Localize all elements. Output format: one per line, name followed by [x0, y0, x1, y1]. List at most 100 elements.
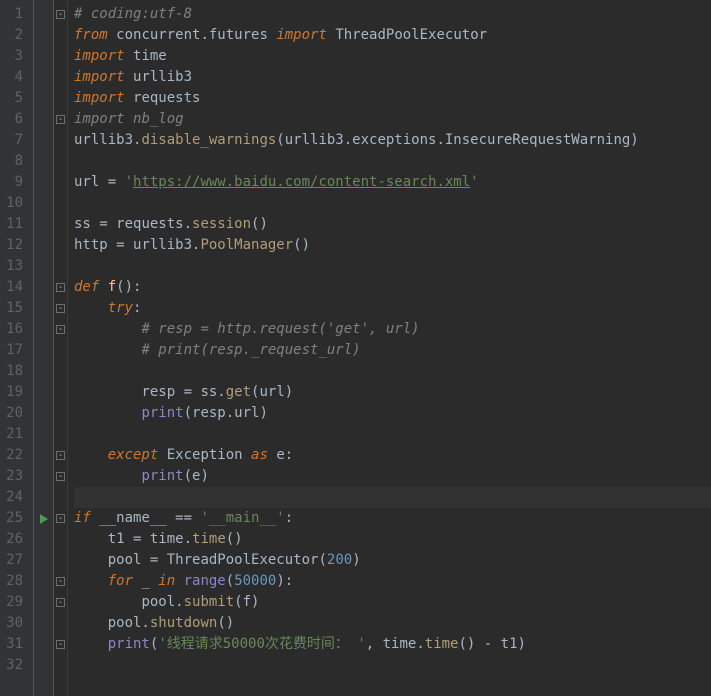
- fold-handle[interactable]: -: [54, 109, 67, 130]
- line-number[interactable]: 17: [6, 340, 23, 361]
- line-number[interactable]: 21: [6, 424, 23, 445]
- line-number[interactable]: 29: [6, 592, 23, 613]
- fold-handle[interactable]: [54, 46, 67, 67]
- fold-handle[interactable]: [54, 130, 67, 151]
- code-line[interactable]: pool.submit(f): [74, 592, 711, 613]
- code-line[interactable]: [74, 361, 711, 382]
- line-number[interactable]: 25: [6, 508, 23, 529]
- fold-handle[interactable]: -: [54, 466, 67, 487]
- code-line[interactable]: print(resp.url): [74, 403, 711, 424]
- code-line[interactable]: print(e): [74, 466, 711, 487]
- line-number[interactable]: 18: [6, 361, 23, 382]
- code-line[interactable]: for _ in range(50000):: [74, 571, 711, 592]
- code-line[interactable]: [74, 424, 711, 445]
- gutter-mark[interactable]: [34, 424, 53, 445]
- line-number[interactable]: 8: [6, 151, 23, 172]
- line-number[interactable]: 24: [6, 487, 23, 508]
- code-line[interactable]: if __name__ == '__main__':: [74, 508, 711, 529]
- gutter-mark[interactable]: [34, 256, 53, 277]
- fold-handle[interactable]: -: [54, 298, 67, 319]
- fold-handle[interactable]: -: [54, 508, 67, 529]
- fold-handle[interactable]: [54, 424, 67, 445]
- gutter-mark[interactable]: [34, 235, 53, 256]
- gutter-mark[interactable]: [34, 4, 53, 25]
- fold-column[interactable]: -----------: [54, 0, 68, 696]
- fold-handle[interactable]: -: [54, 319, 67, 340]
- gutter-mark[interactable]: [34, 445, 53, 466]
- gutter-mark[interactable]: [34, 613, 53, 634]
- line-number[interactable]: 9: [6, 172, 23, 193]
- gutter-mark[interactable]: [34, 277, 53, 298]
- fold-handle[interactable]: [54, 193, 67, 214]
- gutter-mark[interactable]: [34, 403, 53, 424]
- code-line[interactable]: [74, 655, 711, 676]
- code-line[interactable]: import time: [74, 46, 711, 67]
- line-number[interactable]: 5: [6, 88, 23, 109]
- fold-handle[interactable]: [54, 613, 67, 634]
- line-number[interactable]: 19: [6, 382, 23, 403]
- gutter-mark[interactable]: [34, 214, 53, 235]
- gutter-mark[interactable]: [34, 319, 53, 340]
- gutter-mark[interactable]: [34, 550, 53, 571]
- gutter-mark[interactable]: [34, 361, 53, 382]
- fold-handle[interactable]: -: [54, 592, 67, 613]
- fold-handle[interactable]: [54, 382, 67, 403]
- code-line[interactable]: print('线程请求50000次花费时间： ', time.time() - …: [74, 634, 711, 655]
- gutter-mark[interactable]: [34, 508, 53, 529]
- code-line[interactable]: t1 = time.time(): [74, 529, 711, 550]
- fold-handle[interactable]: [54, 256, 67, 277]
- code-line[interactable]: [74, 151, 711, 172]
- line-number[interactable]: 26: [6, 529, 23, 550]
- fold-handle[interactable]: -: [54, 571, 67, 592]
- code-line[interactable]: def f():: [74, 277, 711, 298]
- code-line[interactable]: urllib3.disable_warnings(urllib3.excepti…: [74, 130, 711, 151]
- code-line[interactable]: pool = ThreadPoolExecutor(200): [74, 550, 711, 571]
- gutter-mark[interactable]: [34, 25, 53, 46]
- fold-handle[interactable]: -: [54, 4, 67, 25]
- line-number[interactable]: 3: [6, 46, 23, 67]
- fold-handle[interactable]: [54, 403, 67, 424]
- gutter-mark[interactable]: [34, 172, 53, 193]
- code-line[interactable]: [74, 487, 711, 508]
- gutter-mark[interactable]: [34, 487, 53, 508]
- code-line[interactable]: [74, 193, 711, 214]
- line-number[interactable]: 12: [6, 235, 23, 256]
- code-line[interactable]: resp = ss.get(url): [74, 382, 711, 403]
- code-line[interactable]: try:: [74, 298, 711, 319]
- gutter-mark[interactable]: [34, 529, 53, 550]
- fold-handle[interactable]: [54, 25, 67, 46]
- gutter-mark[interactable]: [34, 340, 53, 361]
- line-number[interactable]: 1: [6, 4, 23, 25]
- code-line[interactable]: [74, 256, 711, 277]
- fold-handle[interactable]: [54, 172, 67, 193]
- fold-handle[interactable]: [54, 655, 67, 676]
- line-number[interactable]: 6: [6, 109, 23, 130]
- line-number[interactable]: 27: [6, 550, 23, 571]
- fold-handle[interactable]: [54, 235, 67, 256]
- code-line[interactable]: import nb_log: [74, 109, 711, 130]
- line-number[interactable]: 7: [6, 130, 23, 151]
- fold-handle[interactable]: [54, 529, 67, 550]
- gutter-mark[interactable]: [34, 88, 53, 109]
- code-line[interactable]: # coding:utf-8: [74, 4, 711, 25]
- code-line[interactable]: ss = requests.session(): [74, 214, 711, 235]
- gutter-mark[interactable]: [34, 46, 53, 67]
- line-number-gutter[interactable]: 1234567891011121314151617181920212223242…: [0, 0, 34, 696]
- fold-handle[interactable]: [54, 67, 67, 88]
- line-number[interactable]: 13: [6, 256, 23, 277]
- code-line[interactable]: url = 'https://www.baidu.com/content-sea…: [74, 172, 711, 193]
- gutter-mark[interactable]: [34, 382, 53, 403]
- line-number[interactable]: 31: [6, 634, 23, 655]
- fold-handle[interactable]: [54, 151, 67, 172]
- line-number[interactable]: 15: [6, 298, 23, 319]
- fold-handle[interactable]: [54, 88, 67, 109]
- fold-handle[interactable]: -: [54, 445, 67, 466]
- line-number[interactable]: 2: [6, 25, 23, 46]
- fold-handle[interactable]: [54, 214, 67, 235]
- line-number[interactable]: 32: [6, 655, 23, 676]
- fold-handle[interactable]: [54, 340, 67, 361]
- line-number[interactable]: 30: [6, 613, 23, 634]
- line-number[interactable]: 28: [6, 571, 23, 592]
- gutter-mark[interactable]: [34, 130, 53, 151]
- code-editor[interactable]: 1234567891011121314151617181920212223242…: [0, 0, 711, 696]
